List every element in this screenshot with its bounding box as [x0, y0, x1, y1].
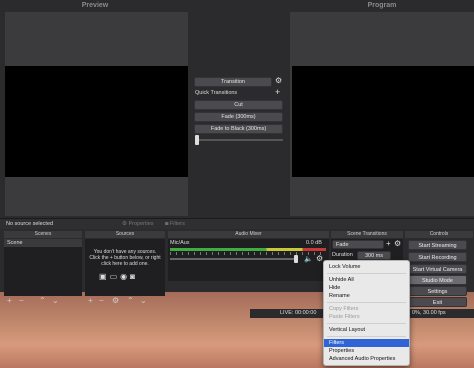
add-transition-icon[interactable]: + — [386, 239, 391, 248]
context-menu: Lock Volume Unhide All Hide Rename Copy … — [323, 260, 410, 366]
studio-mode-button[interactable]: Studio Mode — [408, 275, 467, 285]
scene-name: Scene — [7, 240, 23, 246]
menu-item-paste-filters[interactable]: Paste Filters — [324, 313, 409, 321]
t-bar-slider[interactable] — [195, 135, 283, 145]
audio-mixer-dock: Mic/Aux 0.0 dB 🔈 ⚙ — [168, 239, 329, 281]
move-source-down-icon[interactable]: ⌄ — [140, 297, 147, 305]
t-bar-handle[interactable] — [195, 135, 199, 145]
program-video[interactable] — [292, 66, 474, 177]
exit-button[interactable]: Exit — [408, 297, 467, 307]
volume-meter — [170, 248, 326, 251]
settings-button[interactable]: Settings — [408, 286, 467, 296]
scenes-dock: Scene + − ⌃ ⌄ — [4, 239, 82, 305]
move-scene-up-icon[interactable]: ⌃ — [39, 297, 46, 305]
menu-item-lock-volume[interactable]: Lock Volume — [324, 263, 409, 271]
remove-scene-icon[interactable]: − — [19, 297, 24, 305]
menu-item-copy-filters[interactable]: Copy Filters — [324, 305, 409, 313]
preview-title: Preview — [81, 2, 109, 9]
scene-transitions-dock-header[interactable]: Scene Transitions — [331, 231, 403, 238]
quick-transition-fade[interactable]: Fade (300ms) — [194, 112, 283, 122]
menu-item-properties[interactable]: Properties — [324, 347, 409, 355]
volume-slider[interactable] — [170, 255, 298, 263]
filters-label: Filters — [169, 221, 185, 227]
mixer-track-name: Mic/Aux — [170, 240, 190, 246]
program-pane — [290, 12, 474, 216]
source-toolbar: No source selected ⚙ Properties ◙ Filter… — [0, 218, 474, 229]
properties-button[interactable]: ⚙ Properties — [122, 221, 154, 227]
menu-separator — [327, 336, 406, 337]
image-source-icon: ▣ — [99, 272, 110, 281]
menu-item-rename[interactable]: Rename — [324, 292, 409, 300]
menu-item-vertical-layout[interactable]: Vertical Layout — [324, 326, 409, 334]
menu-item-hide[interactable]: Hide — [324, 284, 409, 292]
add-source-icon[interactable]: + — [88, 297, 93, 305]
menu-item-filters[interactable]: Filters — [324, 339, 409, 347]
fps-status: 0%, 30.00 fps — [412, 310, 446, 316]
volume-meter-ticks — [170, 252, 326, 255]
quick-transitions-label: Quick Transitions — [195, 90, 238, 96]
scenes-dock-header[interactable]: Scenes — [4, 231, 82, 238]
properties-label: Properties — [128, 221, 154, 227]
mixer-track-db: 0.0 dB — [306, 240, 322, 246]
transition-gear-icon[interactable]: ⚙ — [275, 77, 283, 85]
start-recording-button[interactable]: Start Recording — [408, 252, 467, 262]
add-quick-transition-icon[interactable]: + — [275, 87, 280, 97]
transition-select[interactable]: Fade — [332, 240, 384, 249]
start-streaming-button[interactable]: Start Streaming — [408, 240, 467, 250]
source-settings-gear-icon[interactable]: ⚙ — [112, 297, 119, 305]
start-virtual-camera-button[interactable]: Start Virtual Camera — [408, 264, 467, 274]
audio-mixer-dock-header[interactable]: Audio Mixer — [168, 231, 329, 238]
sources-dock-header[interactable]: Sources — [85, 231, 165, 238]
move-source-up-icon[interactable]: ⌃ — [127, 297, 134, 305]
quick-transition-fade-to-black[interactable]: Fade to Black (300ms) — [194, 124, 283, 134]
filters-button[interactable]: ◙ Filters — [165, 221, 185, 227]
obs-window: Preview Program Transition ⚙ Quick Trans… — [0, 0, 474, 307]
scene-list-item[interactable]: Scene — [4, 239, 82, 247]
transition-button[interactable]: Transition — [194, 77, 272, 87]
preview-pane — [5, 12, 188, 216]
live-status: LIVE: 00:00:00 — [280, 310, 317, 316]
add-scene-icon[interactable]: + — [7, 297, 12, 305]
source-type-icons: ▣▭◉◙ — [99, 272, 155, 281]
menu-separator — [327, 273, 406, 274]
preview-video[interactable] — [5, 66, 188, 177]
camera-source-icon: ◙ — [130, 272, 138, 281]
no-source-label: No source selected — [6, 221, 54, 227]
browser-source-icon: ◉ — [120, 272, 131, 281]
program-title: Program — [367, 2, 397, 9]
quick-transition-cut[interactable]: Cut — [194, 100, 283, 110]
controls-dock-header[interactable]: Controls — [405, 231, 473, 238]
sources-empty-text: You don't have any sources. Click the + … — [89, 249, 161, 267]
menu-item-unhide-all[interactable]: Unhide All — [324, 276, 409, 284]
mute-speaker-icon[interactable]: 🔈 — [304, 255, 313, 263]
menu-item-advanced-audio-properties[interactable]: Advanced Audio Properties — [324, 355, 409, 363]
menu-separator — [327, 323, 406, 324]
volume-slider-handle[interactable] — [294, 255, 298, 263]
menu-separator — [327, 302, 406, 303]
display-source-icon: ▭ — [109, 272, 121, 281]
duration-label: Duration — [332, 252, 353, 258]
transition-properties-gear-icon[interactable]: ⚙ — [394, 239, 401, 248]
remove-source-icon[interactable]: − — [99, 297, 104, 305]
duration-input[interactable]: 300 ms — [357, 251, 391, 260]
sources-dock: You don't have any sources. Click the + … — [85, 239, 165, 305]
move-scene-down-icon[interactable]: ⌄ — [52, 297, 59, 305]
